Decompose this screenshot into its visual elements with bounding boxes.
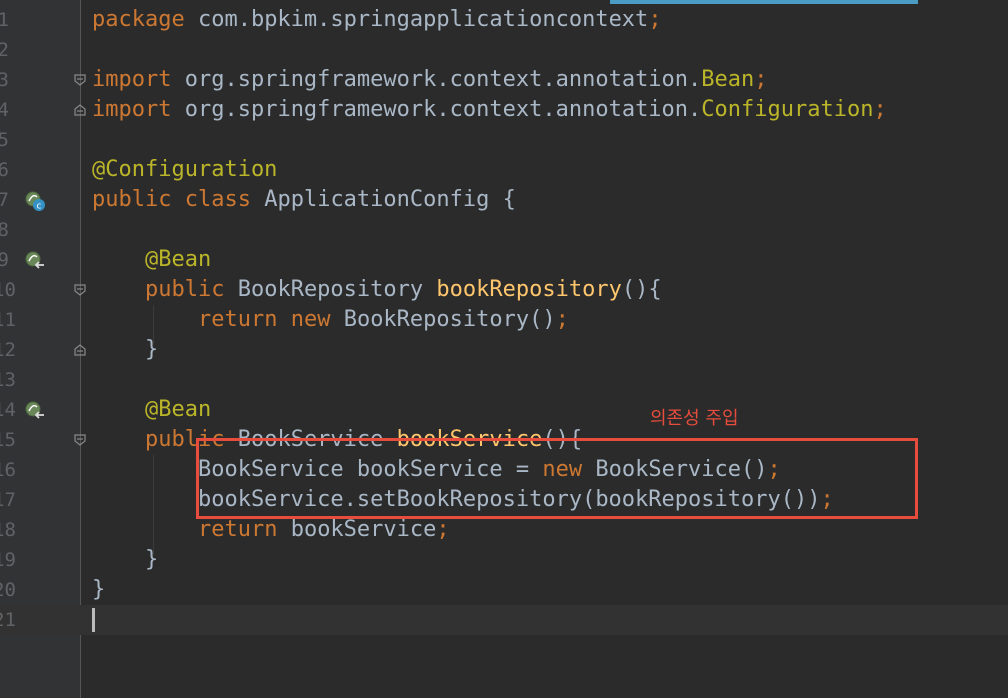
code-text[interactable]: public BookRepository bookRepository(){ (92, 275, 662, 305)
spring-config-class-icon[interactable]: c (24, 190, 46, 212)
fold-open-icon[interactable] (74, 74, 86, 86)
code-line-19: 19 } (0, 545, 1008, 575)
code-line-8: 8 (0, 215, 1008, 245)
code-text[interactable]: import org.springframework.context.annot… (92, 65, 768, 95)
code-line-12: 12 } (0, 335, 1008, 365)
line-number: 21 (0, 609, 16, 631)
code-line-9: 9 @Bean (0, 245, 1008, 275)
line-number: 3 (0, 69, 9, 91)
code-text[interactable]: @Bean (92, 395, 211, 425)
line-number: 18 (0, 519, 16, 541)
line-number: 8 (0, 219, 9, 241)
line-number: 11 (0, 309, 16, 331)
fold-open-icon[interactable] (74, 434, 86, 446)
code-text[interactable]: @Bean (92, 245, 211, 275)
code-line-4: 4 import org.springframework.context.ann… (0, 95, 1008, 125)
line-number: 14 (0, 399, 16, 421)
annotation-note: 의존성 주입 (650, 408, 739, 429)
line-number: 19 (0, 549, 16, 571)
line-number: 12 (0, 339, 16, 361)
code-line-5: 5 (0, 125, 1008, 155)
spring-bean-navigate-icon[interactable] (24, 250, 46, 272)
line-number: 20 (0, 579, 16, 601)
code-editor[interactable]: 1 package com.bpkim.springapplicationcon… (0, 5, 1008, 635)
code-line-6: 6 @Configuration (0, 155, 1008, 185)
spring-bean-navigate-icon[interactable] (24, 400, 46, 422)
code-line-11: 11 return new BookRepository(); (0, 305, 1008, 335)
highlight-box (196, 438, 918, 519)
line-number: 4 (0, 99, 9, 121)
line-number: 13 (0, 369, 16, 391)
line-number: 16 (0, 459, 16, 481)
code-line-10: 10 public BookRepository bookRepository(… (0, 275, 1008, 305)
code-text[interactable]: } (92, 335, 158, 365)
code-line-2: 2 (0, 35, 1008, 65)
line-number: 10 (0, 279, 16, 301)
line-number: 6 (0, 159, 9, 181)
code-text[interactable]: } (92, 545, 158, 575)
indent-guide (153, 455, 154, 555)
line-number: 2 (0, 39, 9, 61)
fold-open-icon[interactable] (74, 284, 86, 296)
code-text[interactable]: return new BookRepository(); (92, 305, 569, 335)
code-line-1: 1 package com.bpkim.springapplicationcon… (0, 5, 1008, 35)
line-number: 7 (0, 189, 9, 211)
code-line-18: 18 return bookService; (0, 515, 1008, 545)
fold-close-icon[interactable] (74, 344, 86, 356)
code-line-14: 14 @Bean (0, 395, 1008, 425)
indent-guide (153, 305, 154, 345)
code-text[interactable]: public class ApplicationConfig { (92, 185, 516, 215)
code-text[interactable]: @Configuration (92, 155, 277, 185)
code-text[interactable]: package com.bpkim.springapplicationconte… (92, 5, 662, 35)
code-line-7: 7 c public class ApplicationConfig { (0, 185, 1008, 215)
line-number: 9 (0, 249, 9, 271)
svg-text:c: c (37, 202, 42, 212)
line-number: 5 (0, 129, 9, 151)
line-number: 1 (0, 9, 9, 31)
code-line-13: 13 (0, 365, 1008, 395)
code-text[interactable]: return bookService; (92, 515, 450, 545)
line-number: 15 (0, 429, 16, 451)
code-line-20: 20 } (0, 575, 1008, 605)
text-caret (92, 608, 95, 632)
code-text[interactable]: import org.springframework.context.annot… (92, 95, 887, 125)
line-number: 17 (0, 489, 16, 511)
editor-tab-indicator (610, 0, 918, 4)
code-line-3: 3 import org.springframework.context.ann… (0, 65, 1008, 95)
fold-close-icon[interactable] (74, 104, 86, 116)
code-text[interactable]: } (92, 575, 105, 605)
code-line-21-current: 21 (0, 605, 1008, 635)
